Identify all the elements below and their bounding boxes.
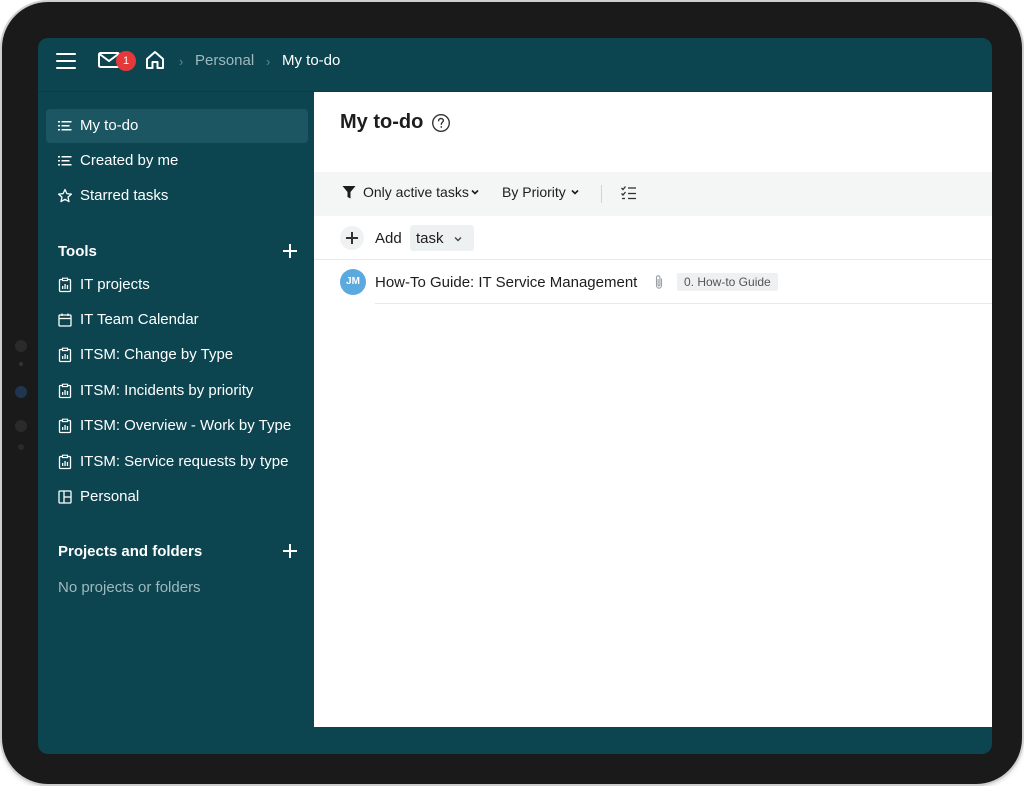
add-task-plus-button[interactable] [340,226,364,250]
sidebar-item-itsm-incidents-by-priority[interactable]: ITSM: Incidents by priority [46,374,308,408]
add-task-row: Add task [314,216,992,260]
attachment-icon [655,275,663,289]
home-icon[interactable] [144,49,166,71]
report-icon [58,347,72,363]
add-project-button[interactable] [280,541,300,561]
sidebar-item-itsm-change-by-type[interactable]: ITSM: Change by Type [46,338,308,372]
task-type-value: task [416,230,444,247]
filter-label: Only active tasks [363,184,469,200]
task-title[interactable]: How-To Guide: IT Service Management [375,274,637,291]
report-icon [58,383,72,399]
list-icon [58,156,72,166]
breadcrumb-separator-icon: › [266,54,271,69]
sidebar-item-itsm-overview-work-by-type[interactable]: ITSM: Overview - Work by Type [46,409,308,443]
sidebar-item-my-todo[interactable]: My to-do [46,109,308,143]
task-row[interactable]: JM How-To Guide: IT Service Management 0… [314,260,992,304]
breadcrumb-personal[interactable]: Personal [195,52,254,69]
main-content: My to-do Only active tasks By Priority A… [314,92,992,727]
report-icon [58,418,72,434]
hamburger-menu-icon[interactable] [56,51,78,71]
list-icon [58,121,72,131]
add-tool-button[interactable] [280,241,300,261]
sidebar-item-label: ITSM: Overview - Work by Type [80,417,292,434]
sidebar-item-label: IT projects [80,276,150,293]
calendar-icon [58,313,72,327]
task-type-select[interactable]: task [410,225,474,251]
sidebar-item-label: Starred tasks [80,187,169,204]
sidebar-item-label: ITSM: Change by Type [80,346,234,363]
add-task-label[interactable]: Add [375,230,402,247]
sidebar-item-label: My to-do [80,117,139,134]
projects-heading: Projects and folders [58,543,203,560]
sidebar-item-label: ITSM: Service requests by type [80,453,289,470]
report-icon [58,454,72,470]
sort-label: By Priority [502,184,566,200]
help-icon[interactable] [431,113,451,133]
sidebar-item-it-team-calendar[interactable]: IT Team Calendar [46,303,308,337]
row-divider [375,303,992,304]
toolbar-divider [601,185,602,203]
notification-badge: 1 [116,51,136,71]
sidebar-item-created-by-me[interactable]: Created by me [46,144,308,178]
sidebar-item-personal[interactable]: Personal [46,480,308,514]
task-toolbar: Only active tasks By Priority [314,172,992,216]
checklist-icon[interactable] [620,184,638,202]
sidebar-item-it-projects[interactable]: IT projects [46,268,308,302]
board-icon [58,490,72,504]
breadcrumb-current: My to-do [282,52,341,69]
chevron-down-icon [571,189,579,195]
sidebar-item-itsm-service-requests-by-type[interactable]: ITSM: Service requests by type [46,445,308,479]
sidebar-item-label: Personal [80,488,140,505]
page-title: My to-do [340,111,424,133]
sidebar-item-label: Created by me [80,152,179,169]
sidebar-item-label: ITSM: Incidents by priority [80,382,254,399]
star-icon [57,188,73,203]
app-screen: 1 › Personal › My to-do My to-do Created… [38,38,992,754]
task-folder-tag[interactable]: 0. How-to Guide [677,273,778,291]
sidebar: My to-do Created by me Starred tasks Too… [38,92,314,727]
filter-icon [342,186,356,199]
empty-projects-note: No projects or folders [58,579,201,596]
sidebar-item-starred-tasks[interactable]: Starred tasks [46,179,308,213]
assignee-avatar[interactable]: JM [340,269,366,295]
top-bar: 1 › Personal › My to-do [38,38,992,92]
chevron-down-icon [454,237,462,242]
sidebar-item-label: IT Team Calendar [80,311,199,328]
device-side-sensors [14,332,28,462]
breadcrumb-separator-icon: › [179,54,184,69]
chevron-down-icon [471,189,479,195]
mail-button[interactable]: 1 [98,49,136,75]
tools-heading: Tools [58,243,97,260]
report-icon [58,277,72,293]
tablet-frame: 1 › Personal › My to-do My to-do Created… [2,2,1022,784]
